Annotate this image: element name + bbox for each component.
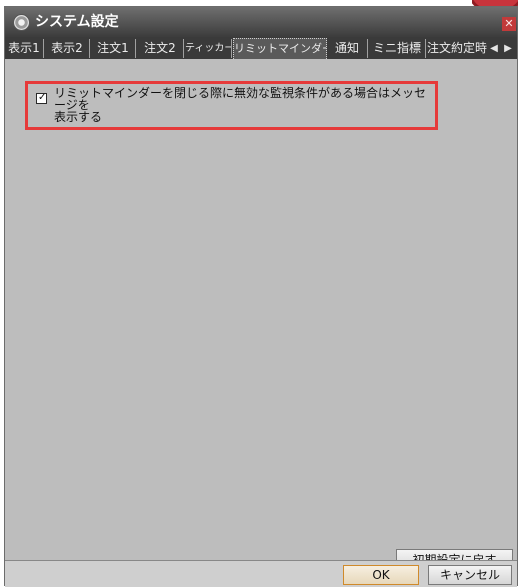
tab-display2[interactable]: 表示2	[45, 39, 90, 58]
triangle-left-icon[interactable]: ◀	[487, 39, 501, 58]
close-icon[interactable]: ✕	[502, 17, 516, 31]
window-title: システム設定	[35, 14, 119, 30]
option-label-line2: 表示する	[54, 110, 103, 124]
cancel-button[interactable]: キャンセル	[428, 565, 512, 585]
tab-strip: 表示1 表示2 注文1 注文2 ティッカー リミットマインダー 通知 ミニ指標 …	[5, 37, 517, 59]
tab-limit-minder[interactable]: リミットマインダー	[233, 38, 327, 59]
tab-ticker[interactable]: ティッカー	[185, 39, 232, 58]
tab-notification[interactable]: 通知	[327, 39, 368, 58]
tab-order-execution[interactable]: 注文約定時	[427, 39, 487, 58]
option-label-line1: リミットマインダーを閉じる際に無効な監視条件がある場合はメッセージを	[54, 86, 427, 112]
tab-order1[interactable]: 注文1	[91, 39, 136, 58]
tab-mini-indicator[interactable]: ミニ指標	[369, 39, 426, 58]
tab-content-panel: ✓ リミットマインダーを閉じる際に無効な監視条件がある場合はメッセージを 表示す…	[5, 59, 517, 571]
settings-dialog: システム設定 ✕ 表示1 表示2 注文1 注文2 ティッカー リミットマインダー…	[4, 6, 518, 587]
option-checkbox[interactable]: ✓	[36, 92, 47, 104]
title-bar[interactable]: システム設定 ✕	[5, 7, 517, 37]
ok-button[interactable]: OK	[343, 565, 419, 585]
dialog-footer: OK キャンセル	[5, 560, 517, 587]
tab-order2[interactable]: 注文2	[137, 39, 184, 58]
gear-icon	[13, 14, 30, 31]
triangle-right-icon[interactable]: ▶	[501, 39, 515, 58]
tab-display1[interactable]: 表示1	[5, 39, 44, 58]
option-label[interactable]: リミットマインダーを閉じる際に無効な監視条件がある場合はメッセージを 表示する	[54, 87, 434, 123]
checkmark-icon: ✓	[38, 92, 47, 103]
